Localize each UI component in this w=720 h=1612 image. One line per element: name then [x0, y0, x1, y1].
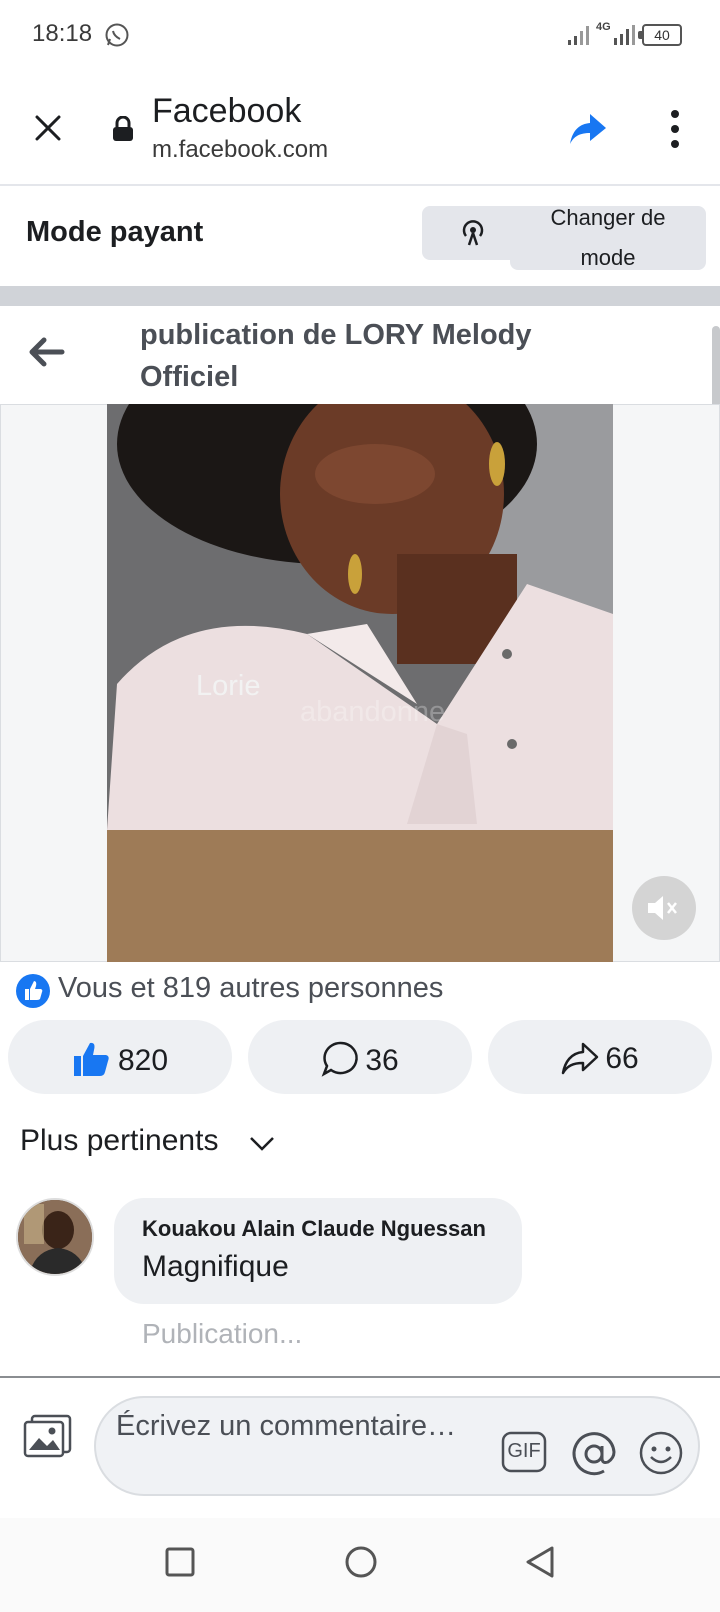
- lock-icon: [113, 116, 133, 141]
- section-separator: [0, 286, 720, 306]
- content-peek: [0, 1508, 720, 1518]
- like-button[interactable]: 820: [8, 1020, 232, 1094]
- comment-text: Magnifique: [142, 1250, 289, 1283]
- broadcast-button[interactable]: [422, 206, 524, 260]
- like-reaction-icon: [16, 974, 50, 1008]
- comment-count: 36: [365, 1044, 399, 1077]
- post-video[interactable]: [107, 404, 613, 962]
- mention-icon[interactable]: [570, 1430, 618, 1478]
- reaction-summary[interactable]: Vous et 819 autres personnes: [58, 972, 443, 1005]
- share-count: 66: [605, 1042, 639, 1075]
- share-button[interactable]: 66: [488, 1020, 712, 1094]
- composer-divider: [0, 1376, 720, 1378]
- gif-button[interactable]: GIF: [500, 1430, 548, 1474]
- nav-back-icon[interactable]: [524, 1545, 556, 1579]
- signal-icon: [568, 26, 589, 45]
- mode-label: Mode payant: [26, 216, 204, 248]
- chevron-down-icon[interactable]: [248, 1134, 276, 1152]
- header-divider: [0, 184, 720, 186]
- battery-icon: 40: [638, 24, 682, 46]
- comment-author[interactable]: Kouakou Alain Claude Nguessan: [142, 1216, 486, 1242]
- video-still: [107, 404, 613, 962]
- share-icon[interactable]: [568, 108, 608, 148]
- more-options-icon[interactable]: [660, 106, 690, 152]
- comment-button[interactable]: 36: [248, 1020, 472, 1094]
- gif-label: GIF: [507, 1440, 541, 1462]
- comment-input[interactable]: [116, 1406, 486, 1446]
- signal-icon-2: [614, 25, 635, 45]
- status-time: 18:18: [32, 20, 93, 47]
- whatsapp-icon: [105, 23, 129, 47]
- change-mode-label: Changer de mode: [550, 205, 666, 270]
- site-title: Facebook: [152, 92, 302, 130]
- post-title: publication de LORY Melody Officiel: [140, 319, 532, 393]
- photo-icon[interactable]: [22, 1412, 74, 1460]
- site-url: m.facebook.com: [152, 136, 329, 163]
- comment-sort-label[interactable]: Plus pertinents: [20, 1124, 218, 1158]
- comment-status: Publication...: [142, 1318, 303, 1349]
- network-type: 4G: [596, 21, 611, 33]
- video-caption: Lorie: [196, 670, 261, 702]
- broadcast-icon: [462, 220, 484, 246]
- change-mode-button[interactable]: Changer de mode: [510, 205, 706, 270]
- mute-button[interactable]: [632, 876, 696, 940]
- close-icon[interactable]: [28, 108, 68, 148]
- video-caption-faded: abandonne: [300, 696, 446, 728]
- comment-icon: [321, 1041, 359, 1077]
- speaker-muted-icon: [648, 896, 677, 920]
- share-arrow-icon: [562, 1042, 599, 1075]
- back-arrow-icon[interactable]: [26, 334, 66, 370]
- recent-apps-icon[interactable]: [164, 1546, 196, 1578]
- emoji-icon[interactable]: [638, 1430, 684, 1476]
- avatar[interactable]: [16, 1198, 94, 1276]
- like-count: 820: [117, 1044, 169, 1077]
- home-icon[interactable]: [344, 1545, 378, 1579]
- thumbs-up-icon: [73, 1042, 109, 1076]
